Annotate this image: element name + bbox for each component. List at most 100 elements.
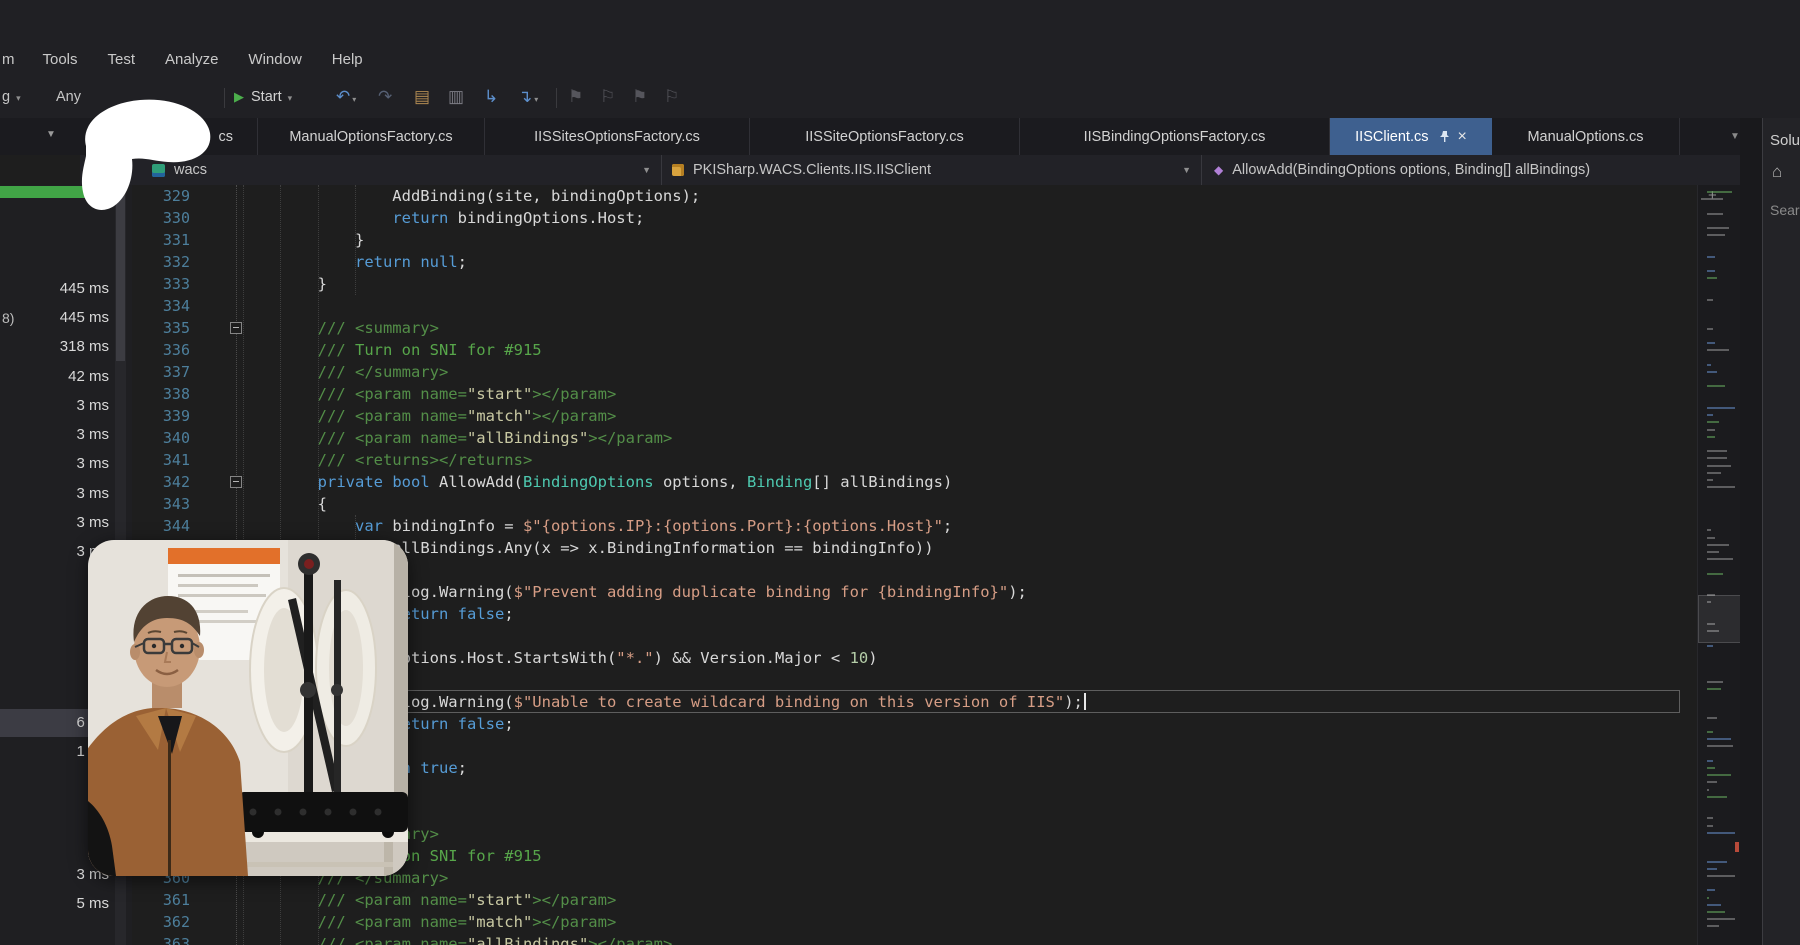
step-over-icon[interactable]: ↴▾ bbox=[518, 85, 538, 109]
solution-explorer-panel: Solu ⌂ Sear bbox=[1762, 118, 1800, 945]
minimap-line bbox=[1707, 213, 1723, 215]
solution-explorer-title: Solu bbox=[1770, 132, 1800, 149]
webcam-photo bbox=[88, 540, 408, 876]
code-line[interactable]: var bindingInfo = $"{options.IP}:{option… bbox=[243, 515, 952, 537]
close-icon[interactable]: × bbox=[1458, 129, 1467, 145]
error-mark bbox=[1735, 842, 1739, 852]
minimap-line bbox=[1707, 817, 1713, 819]
minimap-viewport[interactable] bbox=[1698, 595, 1741, 643]
menu-test[interactable]: Test bbox=[93, 44, 151, 76]
minimap-line bbox=[1707, 414, 1713, 416]
bookmark-icon[interactable]: ⚑ bbox=[568, 85, 583, 109]
minimap-line bbox=[1707, 688, 1721, 690]
minimap-line bbox=[1707, 551, 1719, 553]
code-line[interactable]: AddBinding(site, bindingOptions); bbox=[243, 185, 700, 207]
line-number: 343 bbox=[132, 493, 190, 515]
test-result-row[interactable]: 3 ms bbox=[0, 509, 109, 537]
code-line[interactable]: return bindingOptions.Host; bbox=[243, 207, 644, 229]
test-result-row[interactable]: 42 ms bbox=[0, 363, 109, 391]
split-handle-icon[interactable]: + bbox=[1708, 187, 1717, 204]
minimap-line bbox=[1707, 371, 1717, 373]
minimap-line bbox=[1707, 349, 1729, 351]
navigate-backward-icon[interactable]: ↶▾ bbox=[336, 85, 356, 109]
line-number: 333 bbox=[132, 273, 190, 295]
minimap-line bbox=[1707, 486, 1735, 488]
next-bookmark-icon[interactable]: ⚑ bbox=[632, 85, 647, 109]
menu-analyze[interactable]: Analyze bbox=[150, 44, 233, 76]
menu-help[interactable]: Help bbox=[317, 44, 378, 76]
step-into-icon[interactable]: ↳ bbox=[484, 85, 498, 109]
start-debug-button[interactable]: ▶Start▾ bbox=[234, 86, 292, 108]
collapse-caret-icon[interactable]: ▼ bbox=[46, 129, 56, 140]
collapse-region-button[interactable] bbox=[230, 476, 242, 488]
code-line[interactable]: { bbox=[243, 493, 327, 515]
tab-label: ManualOptionsFactory.cs bbox=[289, 129, 452, 145]
save-all-icon[interactable]: ▤ bbox=[414, 85, 430, 109]
minimap-line bbox=[1707, 450, 1727, 452]
tab-manualoptionsfactory-cs[interactable]: ManualOptionsFactory.cs bbox=[258, 118, 485, 155]
find-in-files-icon[interactable]: ▥ bbox=[448, 85, 464, 109]
code-line[interactable]: /// <param name="start"></param> bbox=[243, 889, 616, 911]
menu-m[interactable]: m bbox=[0, 44, 28, 76]
code-line[interactable]: /// <param name="start"></param> bbox=[243, 383, 616, 405]
collapse-region-button[interactable] bbox=[230, 322, 242, 334]
navbar-type-dropdown[interactable]: PKISharp.WACS.Clients.IIS.IISClient ▼ bbox=[662, 155, 1202, 185]
minimap-line bbox=[1707, 385, 1725, 387]
code-line[interactable]: /// <summary> bbox=[243, 317, 439, 339]
panel-gap bbox=[1740, 118, 1762, 945]
line-number: 332 bbox=[132, 251, 190, 273]
tab-list-caret-icon[interactable]: ▼ bbox=[1730, 131, 1740, 142]
home-icon[interactable]: ⌂ bbox=[1772, 162, 1782, 182]
code-line[interactable]: /// <returns></returns> bbox=[243, 449, 532, 471]
test-result-row[interactable]: 3 ms bbox=[0, 421, 109, 449]
test-result-row[interactable]: 5 ms bbox=[0, 890, 109, 918]
test-result-row[interactable]: 3 ms bbox=[0, 450, 109, 478]
tab-iissitesoptionsfactory-cs[interactable]: IISSitesOptionsFactory.cs bbox=[485, 118, 750, 155]
code-line[interactable]: private bool AllowAdd(BindingOptions opt… bbox=[243, 471, 952, 493]
tab-iissiteoptionsfactory-cs[interactable]: IISSiteOptionsFactory.cs bbox=[750, 118, 1020, 155]
navbar-member-label: AllowAdd(BindingOptions options, Binding… bbox=[1232, 162, 1590, 178]
navigation-bar: wacs ▼ PKISharp.WACS.Clients.IIS.IISClie… bbox=[80, 155, 1757, 186]
minimap-line bbox=[1707, 645, 1713, 647]
navbar-member-dropdown[interactable]: ◆ AllowAdd(BindingOptions options, Bindi… bbox=[1202, 155, 1757, 185]
minimap-line bbox=[1707, 270, 1715, 272]
test-result-row[interactable]: 3 ms bbox=[0, 392, 109, 420]
menu-tools[interactable]: Tools bbox=[28, 44, 93, 76]
solution-search-input[interactable]: Sear bbox=[1770, 202, 1800, 218]
code-line[interactable]: /// </summary> bbox=[243, 361, 448, 383]
annotation-blob bbox=[72, 96, 222, 221]
tab-iisbindingoptionsfactory-cs[interactable]: IISBindingOptionsFactory.cs bbox=[1020, 118, 1330, 155]
solution-config-dropdown[interactable]: g▾ bbox=[2, 86, 21, 108]
test-result-row[interactable]: 3 ms bbox=[0, 480, 109, 508]
tab-manualoptions-cs[interactable]: ManualOptions.cs bbox=[1492, 118, 1680, 155]
toolbar-separator bbox=[224, 88, 225, 108]
tab-iisclient-cs[interactable]: IISClient.cs× bbox=[1330, 118, 1492, 155]
chevron-down-icon: ▾ bbox=[16, 93, 21, 103]
navigate-forward-icon[interactable]: ↷ bbox=[378, 85, 392, 109]
code-line[interactable]: } bbox=[243, 229, 364, 251]
code-line[interactable]: /// <param name="allBindings"></param> bbox=[243, 933, 672, 945]
code-line[interactable]: /// Turn on SNI for #915 bbox=[243, 339, 542, 361]
minimap-line bbox=[1707, 558, 1733, 560]
test-result-row[interactable]: 445 ms bbox=[0, 275, 109, 303]
minimap-line bbox=[1707, 731, 1713, 733]
chevron-down-icon: ▼ bbox=[1182, 165, 1201, 175]
minimap-line bbox=[1707, 227, 1729, 229]
code-line[interactable]: /// <param name="match"></param> bbox=[243, 911, 616, 933]
code-line[interactable]: /// <param name="allBindings"></param> bbox=[243, 427, 672, 449]
test-result-row[interactable]: 318 ms bbox=[0, 333, 109, 361]
code-line[interactable]: return null; bbox=[243, 251, 467, 273]
menu-window[interactable]: Window bbox=[233, 44, 316, 76]
title-strip bbox=[0, 0, 1800, 44]
minimap-line bbox=[1707, 825, 1713, 827]
code-line[interactable]: /// <param name="match"></param> bbox=[243, 405, 616, 427]
line-number: 363 bbox=[132, 933, 190, 945]
minimap-line bbox=[1707, 421, 1719, 423]
tab-label: IISSitesOptionsFactory.cs bbox=[534, 129, 700, 145]
minimap-scrollbar[interactable]: + bbox=[1697, 185, 1741, 945]
navbar-type-label: PKISharp.WACS.Clients.IIS.IISClient bbox=[693, 162, 931, 178]
code-line[interactable]: } bbox=[243, 273, 327, 295]
clear-bookmarks-icon[interactable]: ⚐ bbox=[664, 85, 679, 109]
pin-icon[interactable] bbox=[1439, 130, 1450, 143]
previous-bookmark-icon[interactable]: ⚐ bbox=[600, 85, 615, 109]
